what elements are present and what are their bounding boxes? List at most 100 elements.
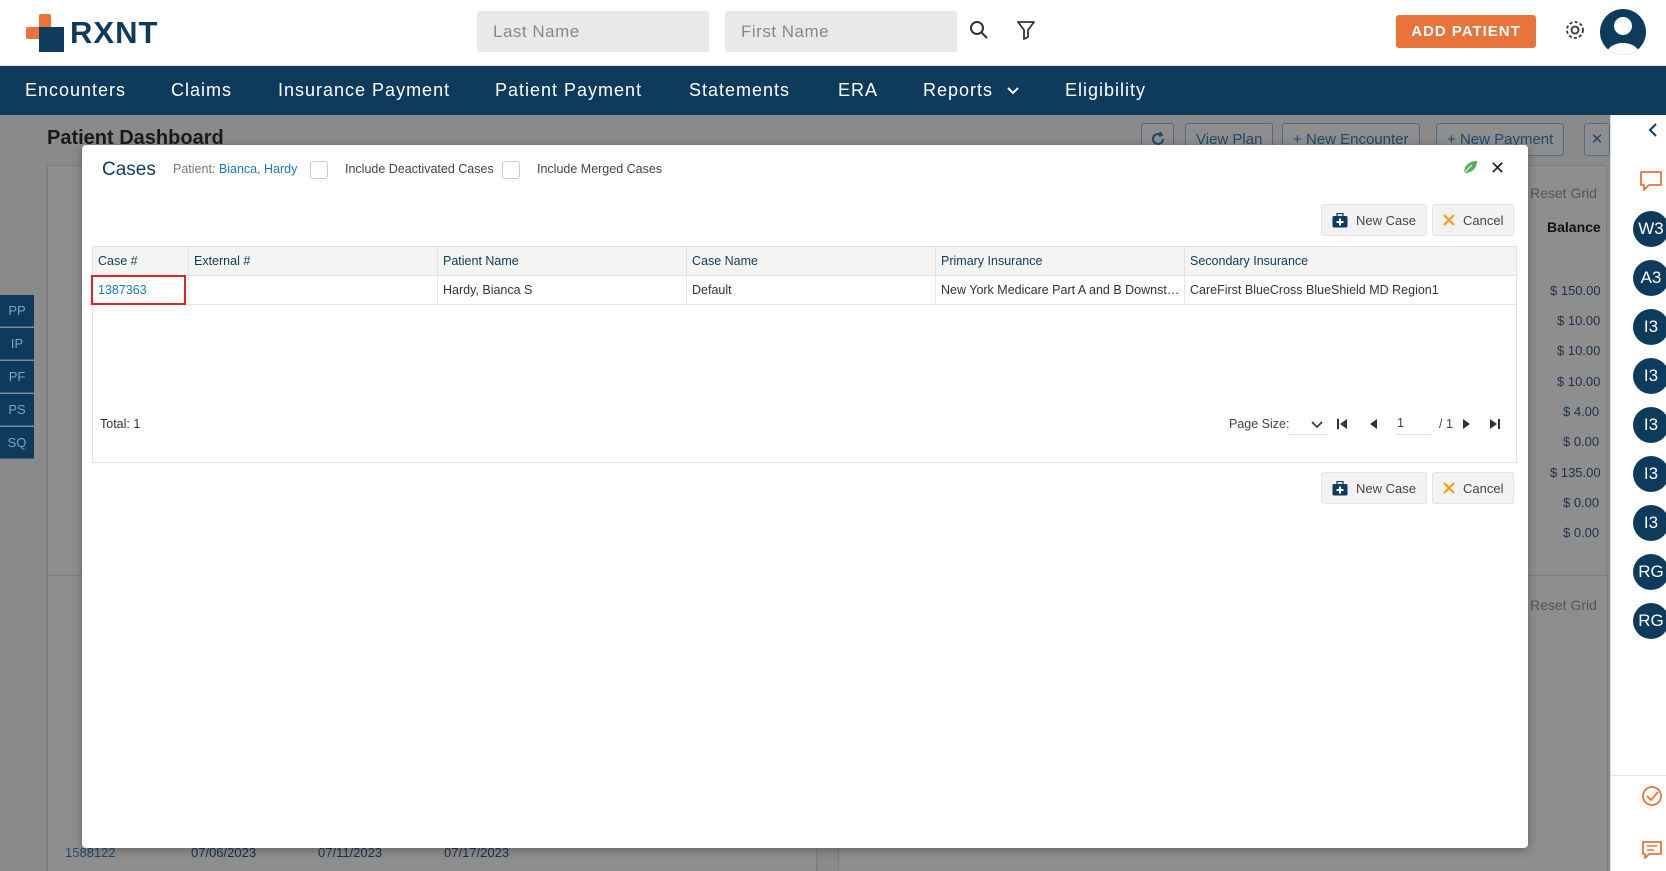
new-case-label: New Case bbox=[1356, 212, 1416, 228]
page-number-input[interactable]: 1 bbox=[1395, 411, 1431, 435]
user-bubble[interactable]: RG bbox=[1633, 554, 1666, 590]
side-tab-ip[interactable]: IP bbox=[0, 328, 34, 360]
nav-reports[interactable]: Reports bbox=[923, 80, 1019, 101]
user-bubble[interactable]: I3 bbox=[1633, 456, 1666, 492]
column-case-number[interactable]: Case # bbox=[93, 247, 188, 276]
page-size-label: Page Size: bbox=[1229, 417, 1290, 431]
cancel-label: Cancel bbox=[1463, 212, 1504, 228]
collapse-rail-icon[interactable] bbox=[1647, 123, 1659, 142]
close-icon[interactable]: ✕ bbox=[1490, 158, 1505, 179]
include-deactivated-checkbox[interactable] bbox=[310, 161, 328, 179]
top-header: RXNT ADD PATIENT bbox=[0, 0, 1666, 66]
rail-divider bbox=[1611, 775, 1666, 776]
next-page-icon[interactable] bbox=[1462, 418, 1472, 433]
balance-value: $ 10.00 bbox=[1557, 343, 1601, 358]
nav-encounters[interactable]: Encounters bbox=[25, 80, 126, 101]
user-bubble[interactable]: RG bbox=[1633, 603, 1666, 639]
new-case-label: New Case bbox=[1356, 480, 1416, 496]
balance-value: $ 4.00 bbox=[1563, 404, 1600, 419]
balance-value: $ 135.00 bbox=[1550, 465, 1601, 480]
chevron-down-icon bbox=[1311, 421, 1323, 429]
cancel-button[interactable]: Cancel bbox=[1432, 204, 1515, 236]
chat-icon[interactable] bbox=[1639, 170, 1663, 197]
add-patient-button[interactable]: ADD PATIENT bbox=[1396, 15, 1536, 48]
last-name-input[interactable] bbox=[477, 11, 709, 52]
close-dashboard-button[interactable]: ✕ bbox=[1584, 123, 1610, 156]
chevron-down-icon bbox=[1007, 87, 1019, 95]
include-merged-label: Include Merged Cases bbox=[537, 162, 663, 176]
column-patient-name[interactable]: Patient Name bbox=[437, 247, 686, 276]
nav-eligibility[interactable]: Eligibility bbox=[1065, 80, 1146, 101]
balance-value: $ 10.00 bbox=[1557, 374, 1601, 389]
medical-bag-icon bbox=[1332, 212, 1348, 228]
secondary-insurance-cell: CareFirst BlueCross BlueShield MD Region… bbox=[1184, 276, 1516, 305]
column-case-name[interactable]: Case Name bbox=[686, 247, 935, 276]
include-deactivated-label: Include Deactivated Cases bbox=[345, 162, 494, 176]
user-bubble[interactable]: I3 bbox=[1633, 505, 1666, 541]
case-name-cell: Default bbox=[686, 276, 935, 305]
last-page-icon[interactable] bbox=[1489, 418, 1501, 433]
nav-statements[interactable]: Statements bbox=[689, 80, 790, 101]
patient-label-text: Patient: bbox=[173, 162, 216, 176]
right-rail: W3 A3 I3 I3 I3 I3 I3 RG RG bbox=[1610, 115, 1666, 871]
column-external-number[interactable]: External # bbox=[188, 247, 437, 276]
reset-grid-link[interactable]: Reset Grid bbox=[1530, 185, 1597, 201]
leaf-icon bbox=[1462, 159, 1478, 180]
column-secondary-insurance[interactable]: Secondary Insurance bbox=[1184, 247, 1516, 276]
nav-claims[interactable]: Claims bbox=[171, 80, 232, 101]
external-number-cell bbox=[188, 276, 437, 305]
main-nav: Encounters Claims Insurance Payment Pati… bbox=[0, 66, 1666, 115]
cancel-button-bottom[interactable]: Cancel bbox=[1432, 472, 1515, 504]
primary-insurance-cell: New York Medicare Part A and B Downstat.… bbox=[935, 276, 1184, 305]
logo-text: RXNT bbox=[70, 15, 159, 50]
patient-name-link[interactable]: Bianca, Hardy bbox=[219, 162, 298, 176]
user-bubble[interactable]: A3 bbox=[1633, 260, 1666, 296]
include-merged-checkbox[interactable] bbox=[502, 161, 520, 179]
nav-insurance-payment[interactable]: Insurance Payment bbox=[278, 80, 450, 101]
check-circle-icon[interactable] bbox=[1641, 785, 1663, 812]
user-avatar[interactable] bbox=[1600, 9, 1646, 55]
modal-title: Cases bbox=[102, 159, 156, 180]
grid-header: Case # External # Patient Name Case Name… bbox=[93, 247, 1516, 276]
balance-header: Balance bbox=[1547, 219, 1601, 235]
nav-patient-payment[interactable]: Patient Payment bbox=[495, 80, 642, 101]
user-bubble[interactable]: I3 bbox=[1633, 407, 1666, 443]
balance-value: $ 0.00 bbox=[1563, 525, 1600, 540]
new-case-button[interactable]: New Case bbox=[1321, 204, 1427, 236]
page-size-select[interactable] bbox=[1289, 411, 1327, 435]
close-icon bbox=[1443, 482, 1455, 494]
side-tab-pf[interactable]: PF bbox=[0, 361, 34, 393]
first-page-icon[interactable] bbox=[1336, 418, 1348, 433]
reset-grid-link-2[interactable]: Reset Grid bbox=[1530, 597, 1597, 613]
total-count: Total: 1 bbox=[100, 417, 141, 431]
case-number-highlight bbox=[91, 275, 186, 305]
medical-bag-icon bbox=[1332, 480, 1348, 496]
user-bubble[interactable]: I3 bbox=[1633, 309, 1666, 345]
cancel-label: Cancel bbox=[1463, 480, 1504, 496]
patient-label: Patient: Bianca, Hardy bbox=[173, 162, 297, 176]
search-icon[interactable] bbox=[965, 16, 993, 44]
page-total: / 1 bbox=[1439, 417, 1453, 431]
user-bubble[interactable]: W3 bbox=[1633, 211, 1666, 247]
table-row[interactable]: 1387363 Hardy, Bianca S Default New York… bbox=[91, 275, 1516, 305]
nav-era[interactable]: ERA bbox=[838, 80, 878, 101]
balance-value: $ 0.00 bbox=[1563, 495, 1600, 510]
side-tab-sq[interactable]: SQ bbox=[0, 427, 34, 459]
side-tab-pp[interactable]: PP bbox=[0, 295, 34, 327]
balance-value: $ 10.00 bbox=[1557, 313, 1601, 328]
new-case-button-bottom[interactable]: New Case bbox=[1321, 472, 1427, 504]
cases-grid: Case # External # Patient Name Case Name… bbox=[91, 246, 1517, 463]
nav-reports-label: Reports bbox=[923, 80, 994, 100]
balance-value: $ 150.00 bbox=[1550, 283, 1601, 298]
filter-icon[interactable] bbox=[1012, 16, 1040, 44]
first-name-input[interactable] bbox=[725, 11, 957, 52]
rxnt-logo[interactable]: RXNT bbox=[26, 13, 158, 53]
logo-mark-icon bbox=[26, 14, 64, 52]
side-tab-ps[interactable]: PS bbox=[0, 394, 34, 426]
message-icon[interactable] bbox=[1641, 840, 1663, 865]
gear-icon[interactable] bbox=[1561, 16, 1589, 44]
patient-name-cell: Hardy, Bianca S bbox=[437, 276, 686, 305]
column-primary-insurance[interactable]: Primary Insurance bbox=[935, 247, 1184, 276]
user-bubble[interactable]: I3 bbox=[1633, 358, 1666, 394]
prev-page-icon[interactable] bbox=[1368, 418, 1378, 433]
